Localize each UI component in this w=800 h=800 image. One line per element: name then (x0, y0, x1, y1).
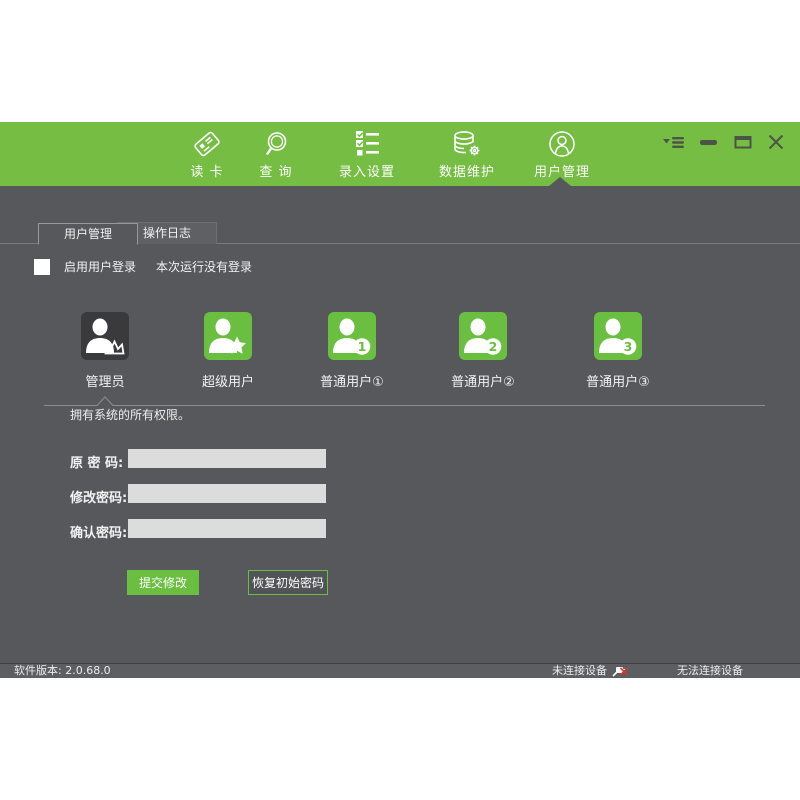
nav-label: 查 询 (236, 161, 316, 180)
nav-item-data-maintenance[interactable]: 数据维护 (427, 129, 507, 180)
titlebar: 读 卡 查 询 (0, 122, 800, 186)
window-menu-icon[interactable] (663, 136, 684, 149)
login-status-text: 本次运行没有登录 (156, 258, 252, 275)
connection-status-text: 无法连接设备 (677, 664, 743, 678)
login-row: 启用用户登录 本次运行没有登录 (34, 258, 252, 275)
window-controls (663, 135, 784, 149)
nav-label: 读 卡 (167, 161, 247, 180)
normal-user-3-icon: 3 (594, 312, 642, 360)
user-tile-label: 超级用户 (186, 371, 270, 390)
user-tile-admin[interactable]: 管理员 (63, 312, 147, 390)
nav-label: 数据维护 (427, 161, 507, 180)
svg-text:1: 1 (358, 339, 367, 354)
user-tile-label: 普通用户② (441, 371, 525, 390)
nav-item-entry-settings[interactable]: 录入设置 (327, 129, 407, 180)
search-icon (236, 129, 316, 159)
minimize-icon[interactable] (700, 136, 718, 149)
user-management-icon (522, 129, 602, 159)
form-row-old-password: 原 密 码: (0, 449, 800, 469)
enable-login-label: 启用用户登录 (64, 258, 136, 275)
svg-text:3: 3 (624, 339, 633, 354)
status-bar: 软件版本: 2.0.68.0 未连接设备 无法连接设备 (0, 663, 800, 678)
user-tile-normal-2[interactable]: 2 普通用户② (441, 312, 525, 390)
app-window: 读 卡 查 询 (0, 122, 800, 678)
svg-text:2: 2 (489, 339, 498, 354)
confirm-password-input[interactable] (128, 519, 326, 538)
old-password-label: 原 密 码: (70, 452, 123, 471)
new-password-input[interactable] (128, 484, 326, 503)
software-version-text: 软件版本: 2.0.68.0 (14, 664, 111, 678)
tab-user-management[interactable]: 用户管理 (38, 223, 138, 245)
card-reader-icon (167, 129, 247, 159)
nav-label: 录入设置 (327, 161, 407, 180)
desktop-background: 读 卡 查 询 (0, 0, 800, 800)
user-tile-label: 普通用户① (310, 371, 394, 390)
normal-user-1-icon: 1 (328, 312, 376, 360)
permission-description: 拥有系统的所有权限。 (70, 406, 190, 423)
nav-item-query[interactable]: 查 询 (236, 129, 316, 180)
user-tile-label: 管理员 (63, 371, 147, 390)
form-row-confirm-password: 确认密码: (0, 519, 800, 539)
super-user-icon (204, 312, 252, 360)
close-icon[interactable] (768, 135, 784, 149)
active-nav-indicator (549, 177, 571, 186)
enable-login-checkbox[interactable] (34, 259, 50, 275)
user-tile-label: 普通用户③ (576, 371, 660, 390)
data-maintenance-icon (427, 129, 507, 159)
maximize-icon[interactable] (734, 135, 752, 149)
tab-strip: 用户管理 操作日志 (0, 221, 800, 244)
user-tile-super[interactable]: 超级用户 (186, 312, 270, 390)
content-area: 用户管理 操作日志 启用用户登录 本次运行没有登录 管理员 (0, 186, 800, 663)
restore-default-password-button[interactable]: 恢复初始密码 (248, 570, 328, 595)
device-disconnected-icon (612, 664, 629, 681)
new-password-label: 修改密码: (70, 487, 127, 506)
device-status-text: 未连接设备 (552, 664, 607, 678)
form-row-new-password: 修改密码: (0, 484, 800, 504)
entry-settings-icon (327, 129, 407, 159)
submit-changes-button[interactable]: 提交修改 (127, 570, 199, 595)
nav-item-read-card[interactable]: 读 卡 (167, 129, 247, 180)
user-tile-normal-3[interactable]: 3 普通用户③ (576, 312, 660, 390)
user-tile-normal-1[interactable]: 1 普通用户① (310, 312, 394, 390)
confirm-password-label: 确认密码: (70, 522, 127, 541)
normal-user-2-icon: 2 (459, 312, 507, 360)
old-password-input[interactable] (128, 449, 326, 468)
admin-user-icon (81, 312, 129, 360)
nav-item-user-management[interactable]: 用户管理 (522, 129, 602, 180)
